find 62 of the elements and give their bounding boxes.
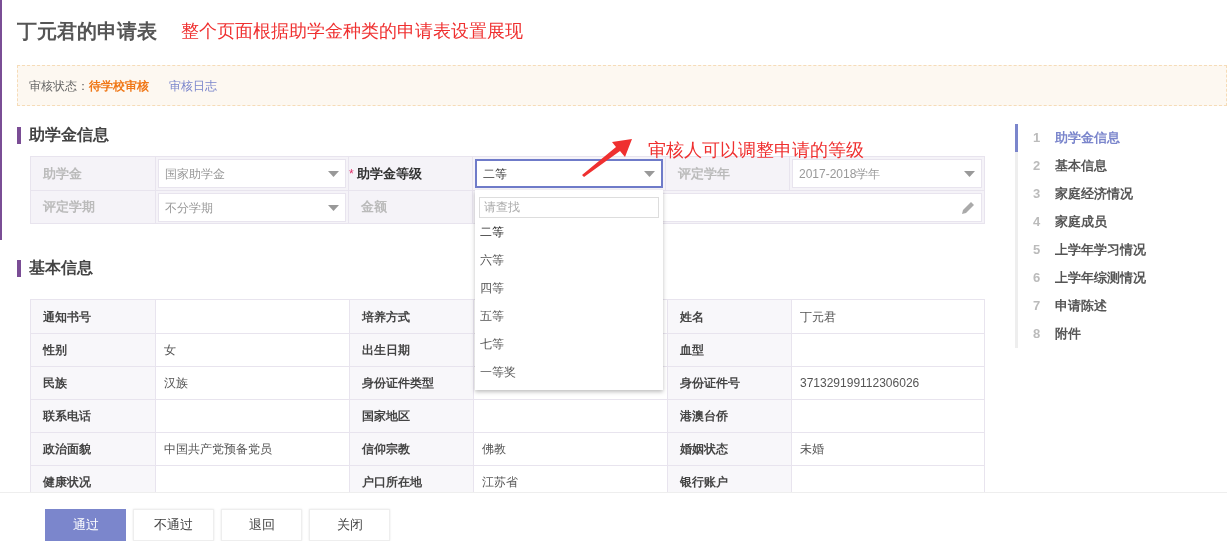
select-field[interactable]: 二等: [475, 159, 663, 188]
table-cell: 港澳台侨: [667, 400, 792, 432]
status-label: 审核状态：: [29, 77, 89, 95]
field-label: 助学金: [43, 164, 82, 183]
table-cell: 身份证件类型: [349, 367, 474, 399]
field-label: 评定学年: [678, 164, 730, 183]
table-cell: 血型: [667, 334, 792, 366]
table-cell: 联系电话: [31, 400, 156, 432]
table-cell: 户口所在地: [349, 466, 474, 492]
table-cell: 培养方式: [349, 300, 474, 333]
table-cell-text: 佛教: [481, 441, 507, 458]
table-cell: 银行账户: [667, 466, 792, 492]
caret-icon: [328, 204, 339, 211]
nav-item[interactable]: 8 附件: [1015, 320, 1227, 348]
caret-icon: [328, 170, 339, 177]
nav-item[interactable]: 2 基本信息: [1015, 152, 1227, 180]
table-cell-text: 中国共产党预备党员: [163, 441, 273, 458]
dropdown-option[interactable]: 六等: [475, 246, 663, 274]
action-button[interactable]: 退回: [221, 509, 302, 541]
dropdown-option[interactable]: 一等奖: [475, 358, 663, 386]
annotation-text: 整个页面根据助学金种类的申请表设置展现: [181, 19, 523, 43]
table-cell: 信仰宗教: [349, 433, 474, 465]
table-cell-text: 汉族: [163, 375, 189, 392]
nav-item[interactable]: 7 申请陈述: [1015, 292, 1227, 320]
table-cell: 婚姻状态: [667, 433, 792, 465]
table-cell: 健康状况: [31, 466, 156, 492]
search-field[interactable]: 请查找: [479, 196, 659, 218]
dropdown-option[interactable]: 四等: [475, 274, 663, 302]
status-value: 待学校审核: [89, 77, 149, 95]
caret-icon: [644, 170, 655, 177]
required-mark: *: [349, 165, 354, 183]
table-cell: 出生日期: [349, 334, 474, 366]
nav-item[interactable]: 5 上学年学习情况: [1015, 236, 1227, 264]
table-cell-text: 未婚: [799, 441, 825, 458]
section-title: 基本信息: [29, 258, 93, 278]
table-cell-text: 江苏省: [481, 474, 519, 491]
page-title: 丁元君的申请表: [17, 19, 157, 44]
field-label: 金额: [361, 198, 387, 217]
dropdown-option[interactable]: 七等: [475, 330, 663, 358]
table-cell: 政治面貌: [31, 433, 156, 465]
field-label: 助学金等级: [356, 164, 422, 183]
nav-item[interactable]: 4 家庭成员: [1015, 208, 1227, 236]
caret-icon: [964, 170, 975, 177]
nav-item[interactable]: 3 家庭经济情况: [1015, 180, 1227, 208]
dropdown-option[interactable]: 五等: [475, 302, 663, 330]
table-cell: 身份证件号: [667, 367, 792, 399]
table-cell: 姓名: [667, 300, 792, 333]
pencil-icon[interactable]: [961, 200, 975, 215]
action-button[interactable]: 关闭: [309, 509, 390, 541]
table-cell: 通知书号: [31, 300, 156, 333]
table-cell-text: 丁元君: [799, 308, 837, 326]
table-cell: 民族: [31, 367, 156, 399]
table-cell: 国家地区: [349, 400, 474, 432]
action-button[interactable]: 不通过: [133, 509, 214, 541]
nav-item[interactable]: 6 上学年综测情况: [1015, 264, 1227, 292]
table-cell-text: 女: [163, 342, 177, 359]
table-cell-text: 371329199112306026: [799, 375, 921, 392]
dropdown-option[interactable]: 二等: [475, 218, 663, 246]
table-cell: 性别: [31, 334, 156, 366]
annotation-text: 审核人可以调整申请的等级: [648, 139, 864, 162]
field-label: 评定学期: [43, 198, 95, 217]
section-title: 助学金信息: [29, 125, 109, 145]
